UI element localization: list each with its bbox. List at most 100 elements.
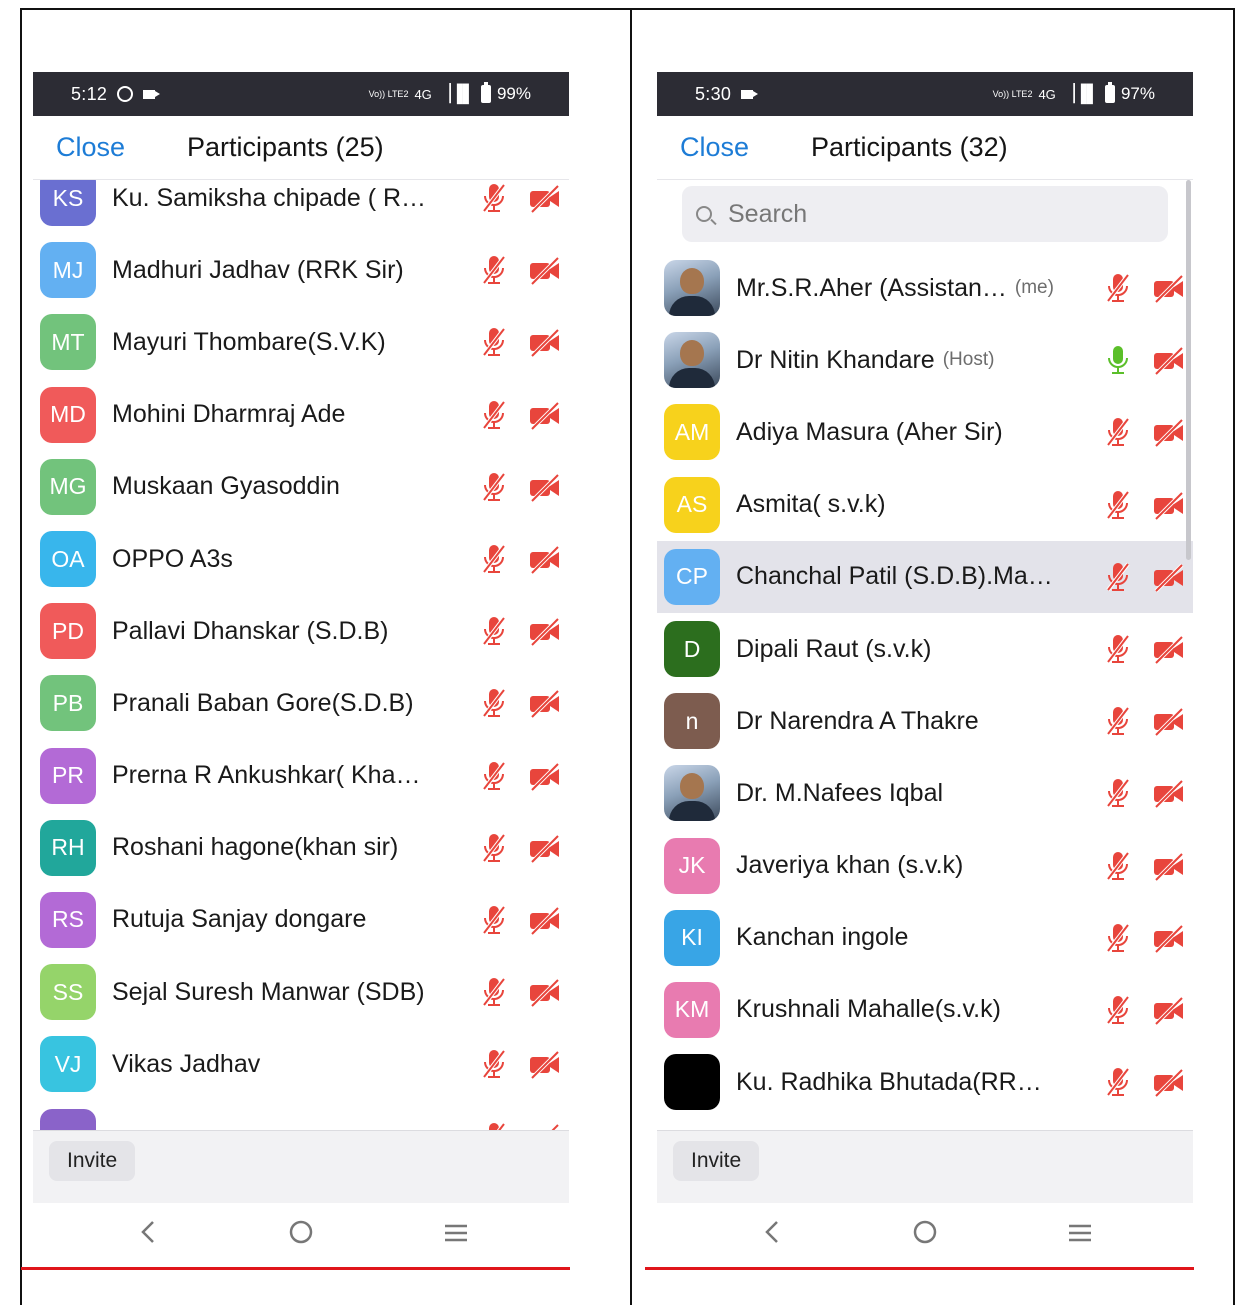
avatar: n <box>664 693 720 750</box>
home-icon[interactable] <box>913 1220 937 1244</box>
invite-button[interactable]: Invite <box>673 1141 760 1181</box>
network-type: 4G <box>414 86 432 102</box>
participant-status-icons <box>1101 776 1185 810</box>
mic-muted-icon <box>482 183 506 213</box>
participant-row[interactable]: MT Mayuri Thombare(S.V.K) <box>33 306 569 378</box>
participant-row[interactable]: AM Adiya Masura (Aher Sir) <box>657 396 1193 468</box>
video-off-icon <box>1154 491 1184 521</box>
search-input[interactable] <box>728 199 1088 229</box>
android-nav-bar <box>33 1203 569 1260</box>
participant-row[interactable]: JK Javeriya khan (s.v.k) <box>657 830 1193 902</box>
participant-row[interactable]: D Dipali Raut (s.v.k) <box>657 613 1193 685</box>
participant-row[interactable]: MD Mohini Dharmraj Ade <box>33 379 569 451</box>
back-icon[interactable] <box>139 1219 157 1245</box>
participant-status-icons <box>477 1047 561 1081</box>
video-off-icon <box>530 689 560 719</box>
participant-row[interactable]: PB Pranali Baban Gore(S.D.B) <box>33 667 569 739</box>
participant-name: Roshani hagone(khan sir) <box>112 833 399 862</box>
participant-row[interactable] <box>33 1100 569 1130</box>
video-off-icon <box>531 1123 560 1130</box>
page-title: Participants (25) <box>187 132 384 162</box>
avatar: AM <box>664 404 720 461</box>
video-off-icon <box>530 473 560 503</box>
participant-status-icons <box>477 759 561 793</box>
participant-row[interactable]: Dr Nitin Khandare (Host) <box>657 324 1193 396</box>
bottom-toolbar: Invite <box>657 1130 1193 1203</box>
participant-row[interactable]: Dr. M.Nafees Iqbal <box>657 757 1193 829</box>
participant-row[interactable]: PR Prerna R Ankushkar( Kha… <box>33 740 569 812</box>
mic-muted-icon <box>482 256 506 285</box>
close-button[interactable]: Close <box>680 132 749 163</box>
participant-row[interactable]: VJ Vikas Jadhav <box>33 1028 569 1100</box>
participant-row[interactable]: OA OPPO A3s <box>33 523 569 595</box>
invite-button[interactable]: Invite <box>49 1141 136 1181</box>
participant-row[interactable]: RS Rutuja Sanjay dongare <box>33 884 569 956</box>
participant-name: Madhuri Jadhav (RRK Sir) <box>112 255 404 284</box>
participant-row[interactable]: AS Asmita( s.v.k) <box>657 469 1193 541</box>
participant-row[interactable]: KS Ku. Samiksha chipade ( R… <box>33 180 569 234</box>
participant-list[interactable]: Mr.S.R.Aher (Assistan… (me) Dr Nitin Khand… <box>657 180 1193 1130</box>
participant-row[interactable]: Ku. Radhika Bhutada(RR… <box>657 1046 1193 1118</box>
video-off-icon <box>1154 563 1184 593</box>
mic-muted-icon <box>1106 562 1130 592</box>
participant-status-icons <box>1101 488 1185 522</box>
mic-muted-icon <box>482 328 506 357</box>
participant-status-icons <box>477 181 561 215</box>
participant-row[interactable]: RH Roshani hagone(khan sir) <box>33 812 569 884</box>
mic-muted-icon <box>482 905 506 935</box>
mic-muted-icon <box>489 1122 506 1130</box>
video-off-icon <box>530 617 560 647</box>
video-recording-icon <box>741 89 759 99</box>
participant-status-icons <box>1101 343 1185 377</box>
participant-row[interactable]: KM Krushnali Mahalle(s.v.k) <box>657 974 1193 1046</box>
avatar: VJ <box>40 1036 96 1093</box>
whatsapp-icon <box>117 86 134 102</box>
video-off-icon <box>1154 635 1184 665</box>
participant-row[interactable]: CP Chanchal Patil (S.D.B).Ma… <box>657 540 1193 613</box>
participant-row[interactable]: MG Muskaan Gyasoddin <box>33 451 569 523</box>
scrollbar[interactable] <box>1186 180 1191 560</box>
avatar: PD <box>40 603 96 660</box>
avatar: D <box>664 621 720 678</box>
avatar: MG <box>40 458 96 515</box>
avatar: RS <box>40 891 96 948</box>
participant-row[interactable]: SS Sejal Suresh Manwar (SDB) <box>33 956 569 1028</box>
participant-row[interactable]: PD Pallavi Dhanskar (S.D.B) <box>33 595 569 667</box>
volte-indicator: Vo)) LTE2 <box>368 88 409 99</box>
mic-muted-icon <box>1106 923 1130 953</box>
participant-name: Kanchan ingole <box>736 923 909 952</box>
participant-name: Dr Nitin Khandare <box>736 345 935 374</box>
home-icon[interactable] <box>289 1220 313 1244</box>
recents-icon[interactable] <box>443 1223 469 1243</box>
participant-role-tag: (me) <box>1014 277 1054 299</box>
recents-icon[interactable] <box>1067 1223 1093 1243</box>
close-button[interactable]: Close <box>56 132 125 163</box>
battery-percent: 99% <box>496 84 531 103</box>
avatar: RH <box>40 819 96 876</box>
video-off-icon <box>530 329 560 358</box>
participant-status-icons <box>477 398 561 432</box>
mic-muted-icon <box>482 761 506 790</box>
mic-muted-icon <box>482 472 506 502</box>
video-off-icon <box>1154 707 1184 737</box>
mic-muted-icon <box>482 1050 506 1079</box>
participant-status-icons <box>1101 1065 1185 1099</box>
mic-muted-icon <box>482 544 506 574</box>
participant-name: Krushnali Mahalle(s.v.k) <box>736 995 1001 1024</box>
video-off-icon <box>1154 852 1184 882</box>
participant-name: Dipali Raut (s.v.k) <box>736 634 932 663</box>
avatar: PB <box>40 675 96 732</box>
participant-row[interactable]: Mr.S.R.Aher (Assistan… (me) <box>657 252 1193 324</box>
participant-row[interactable]: KI Kanchan ingole <box>657 902 1193 974</box>
search-icon <box>696 206 712 222</box>
search-box[interactable] <box>682 186 1168 242</box>
participant-name: Mayuri Thombare(S.V.K) <box>112 327 386 356</box>
participant-list[interactable]: KS Ku. Samiksha chipade ( R… MJ Madhuri Jad… <box>33 180 569 1130</box>
avatar <box>664 332 720 389</box>
battery-percent: 97% <box>1120 84 1155 103</box>
back-icon[interactable] <box>763 1219 781 1245</box>
participant-name: Mr.S.R.Aher (Assistan… <box>736 273 1007 302</box>
participant-row[interactable]: n Dr Narendra A Thakre <box>657 685 1193 757</box>
participant-row[interactable]: MJ Madhuri Jadhav (RRK Sir) <box>33 234 569 306</box>
phone-screen-right: 5:30 Vo)) LTE2 4G ▕▐▌ 97% Close Particip… <box>657 72 1193 1260</box>
